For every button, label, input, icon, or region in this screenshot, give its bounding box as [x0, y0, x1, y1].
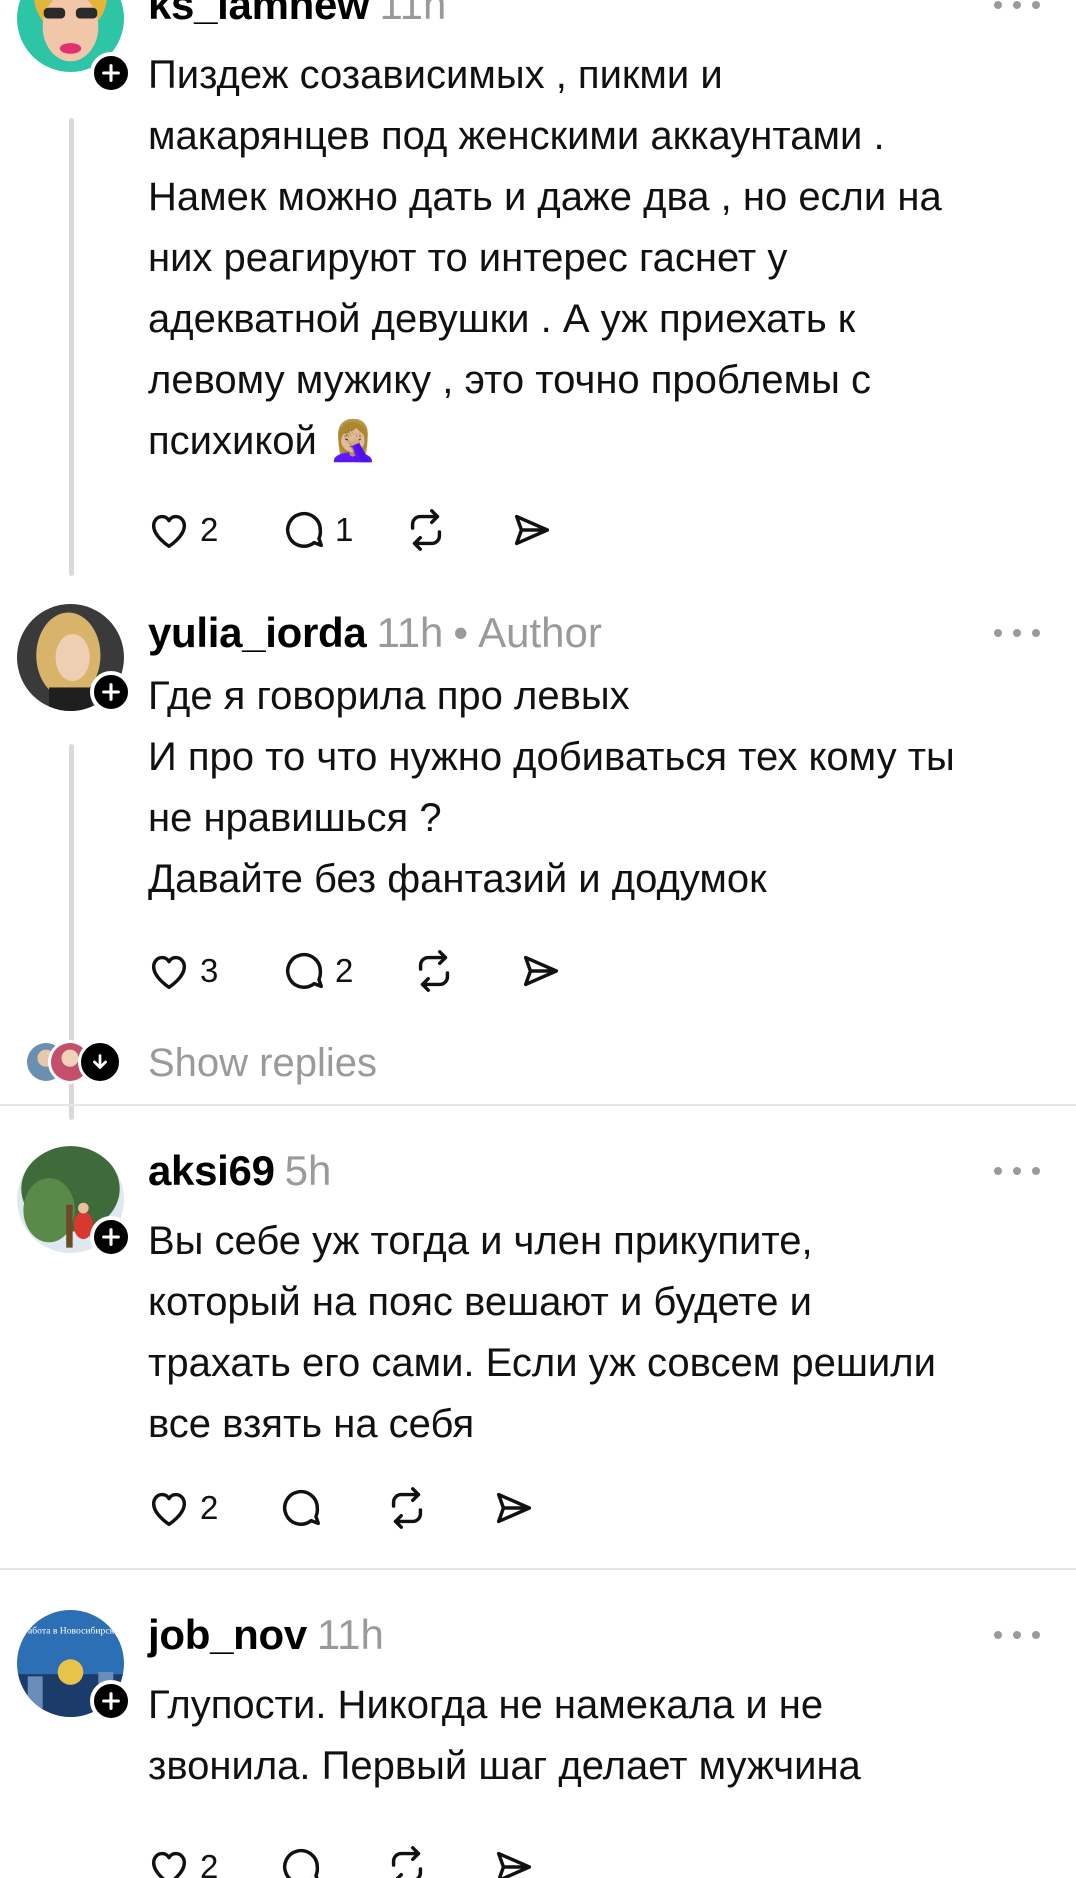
divider	[0, 1568, 1076, 1570]
reply-avatars	[24, 1040, 122, 1086]
comment-header: ks_iamnew 11h	[148, 0, 446, 30]
comment-header: aksi69 5h	[148, 1146, 331, 1196]
follow-button[interactable]	[90, 1216, 132, 1258]
more-icon	[994, 1167, 1002, 1175]
more-options-button[interactable]	[994, 623, 1040, 643]
reply-button[interactable]	[278, 1483, 324, 1533]
share-button[interactable]	[491, 1842, 537, 1878]
more-options-button[interactable]	[994, 0, 1040, 15]
reply-count: 1	[335, 511, 354, 548]
author-label: Author	[478, 609, 602, 656]
repost-button[interactable]	[384, 1483, 430, 1533]
comment-text: Пиздеж созависимых , пикми и макарянцев …	[148, 53, 942, 463]
share-button[interactable]	[509, 505, 555, 555]
heart-icon	[151, 1492, 187, 1527]
like-button[interactable]: 2	[146, 1483, 218, 1533]
username[interactable]: aksi69	[148, 1146, 275, 1196]
timestamp: 11h	[316, 1611, 384, 1658]
comment-header: job_nov 11h	[148, 1610, 384, 1660]
like-count: 2	[200, 1848, 219, 1878]
share-button[interactable]	[518, 946, 564, 996]
like-count: 2	[200, 1489, 219, 1526]
more-options-button[interactable]	[994, 1625, 1040, 1645]
like-button[interactable]: 2	[146, 1842, 218, 1878]
separator: •	[453, 609, 469, 656]
comment-text: Где я говорила про левых И про то что ну…	[148, 674, 955, 901]
repost-icon	[418, 950, 450, 992]
timestamp: 11h	[376, 609, 444, 656]
thread-line	[69, 118, 74, 576]
plus-icon	[102, 1692, 120, 1710]
reply-count: 2	[335, 952, 354, 989]
share-button[interactable]	[491, 1483, 537, 1533]
more-options-button[interactable]	[994, 1161, 1040, 1181]
more-icon	[994, 1, 1002, 9]
like-button[interactable]: 3	[146, 946, 218, 996]
repost-button[interactable]	[403, 505, 449, 555]
username[interactable]: job_nov	[148, 1610, 307, 1660]
follow-button[interactable]	[90, 671, 132, 713]
follow-button[interactable]	[90, 52, 132, 94]
comment-icon	[283, 1489, 320, 1526]
timestamp: 11h	[379, 0, 447, 28]
repost-icon	[391, 1846, 423, 1878]
send-icon	[496, 1492, 532, 1524]
send-icon	[523, 955, 559, 987]
show-replies-row[interactable]: Show replies	[0, 1033, 1076, 1093]
timestamp: 5h	[284, 1147, 332, 1194]
arrow-down-icon	[93, 1054, 107, 1069]
show-replies-link[interactable]: Show replies	[148, 1038, 377, 1088]
reply-button[interactable]	[278, 1842, 324, 1878]
more-icon	[994, 629, 1002, 637]
repost-button[interactable]	[411, 946, 457, 996]
comment-icon	[283, 1848, 320, 1878]
like-count: 3	[200, 952, 219, 989]
more-icon	[994, 1631, 1002, 1639]
expand-down-button[interactable]	[78, 1040, 122, 1084]
repost-button[interactable]	[384, 1842, 430, 1878]
plus-icon	[102, 64, 120, 82]
comment-header: yulia_iorda 11h • Author	[148, 608, 602, 658]
threads-comments-page: ks_iamnew 11h Пиздеж созависимых , пикми…	[0, 0, 1076, 1878]
heart-icon	[151, 514, 187, 549]
divider	[0, 1104, 1076, 1106]
username[interactable]: ks_iamnew	[148, 0, 370, 30]
comment-text: Глупости. Никогда не намекала и не звони…	[148, 1683, 861, 1788]
plus-icon	[102, 1228, 120, 1246]
heart-icon	[151, 955, 187, 990]
send-icon	[514, 514, 550, 546]
comment-icon	[286, 511, 323, 548]
like-count: 2	[200, 511, 219, 548]
send-icon	[496, 1851, 532, 1878]
avatar-text: Работа в Новосибирске	[23, 1626, 119, 1637]
comment-text: Вы себе уж тогда и член прикупите, котор…	[148, 1219, 936, 1446]
follow-button[interactable]	[90, 1680, 132, 1722]
repost-icon	[391, 1487, 423, 1529]
reply-button[interactable]: 2	[281, 946, 353, 996]
plus-icon	[102, 683, 120, 701]
repost-icon	[410, 509, 442, 551]
heart-icon	[151, 1851, 187, 1878]
reply-button[interactable]: 1	[281, 505, 353, 555]
comment-icon	[286, 952, 323, 989]
username[interactable]: yulia_iorda	[148, 608, 367, 658]
like-button[interactable]: 2	[146, 505, 218, 555]
